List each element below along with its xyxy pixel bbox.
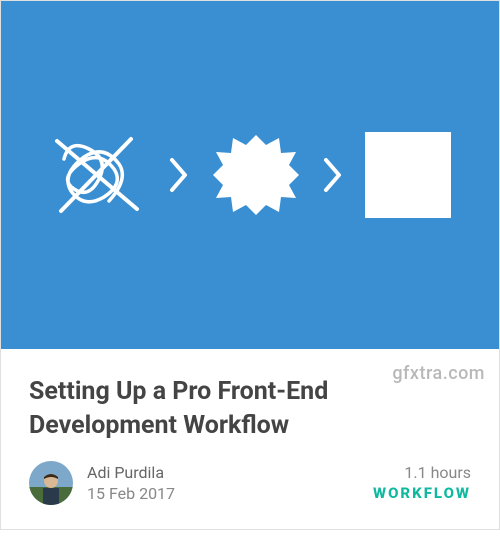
course-meta-row: Adi Purdila 15 Feb 2017 1.1 hours WORKFL… (29, 461, 471, 505)
category-tag: WORKFLOW (373, 484, 471, 502)
author-text: Adi Purdila 15 Feb 2017 (87, 463, 175, 503)
burst-icon (211, 130, 301, 220)
course-right-meta: 1.1 hours WORKFLOW (373, 463, 471, 502)
scribble-icon (49, 129, 147, 221)
course-card[interactable]: gfxtra.com Setting Up a Pro Front-End De… (0, 0, 500, 530)
course-hero-image (1, 1, 499, 349)
course-title: Setting Up a Pro Front-End Development W… (29, 375, 471, 443)
chevron-right-icon (323, 157, 343, 193)
avatar (29, 461, 73, 505)
course-date: 15 Feb 2017 (87, 484, 175, 503)
duration-label: 1.1 hours (404, 463, 471, 482)
chevron-right-icon (169, 157, 189, 193)
course-card-body: Setting Up a Pro Front-End Development W… (1, 349, 499, 529)
square-icon (365, 132, 451, 218)
author-block: Adi Purdila 15 Feb 2017 (29, 461, 175, 505)
author-name: Adi Purdila (87, 463, 175, 482)
